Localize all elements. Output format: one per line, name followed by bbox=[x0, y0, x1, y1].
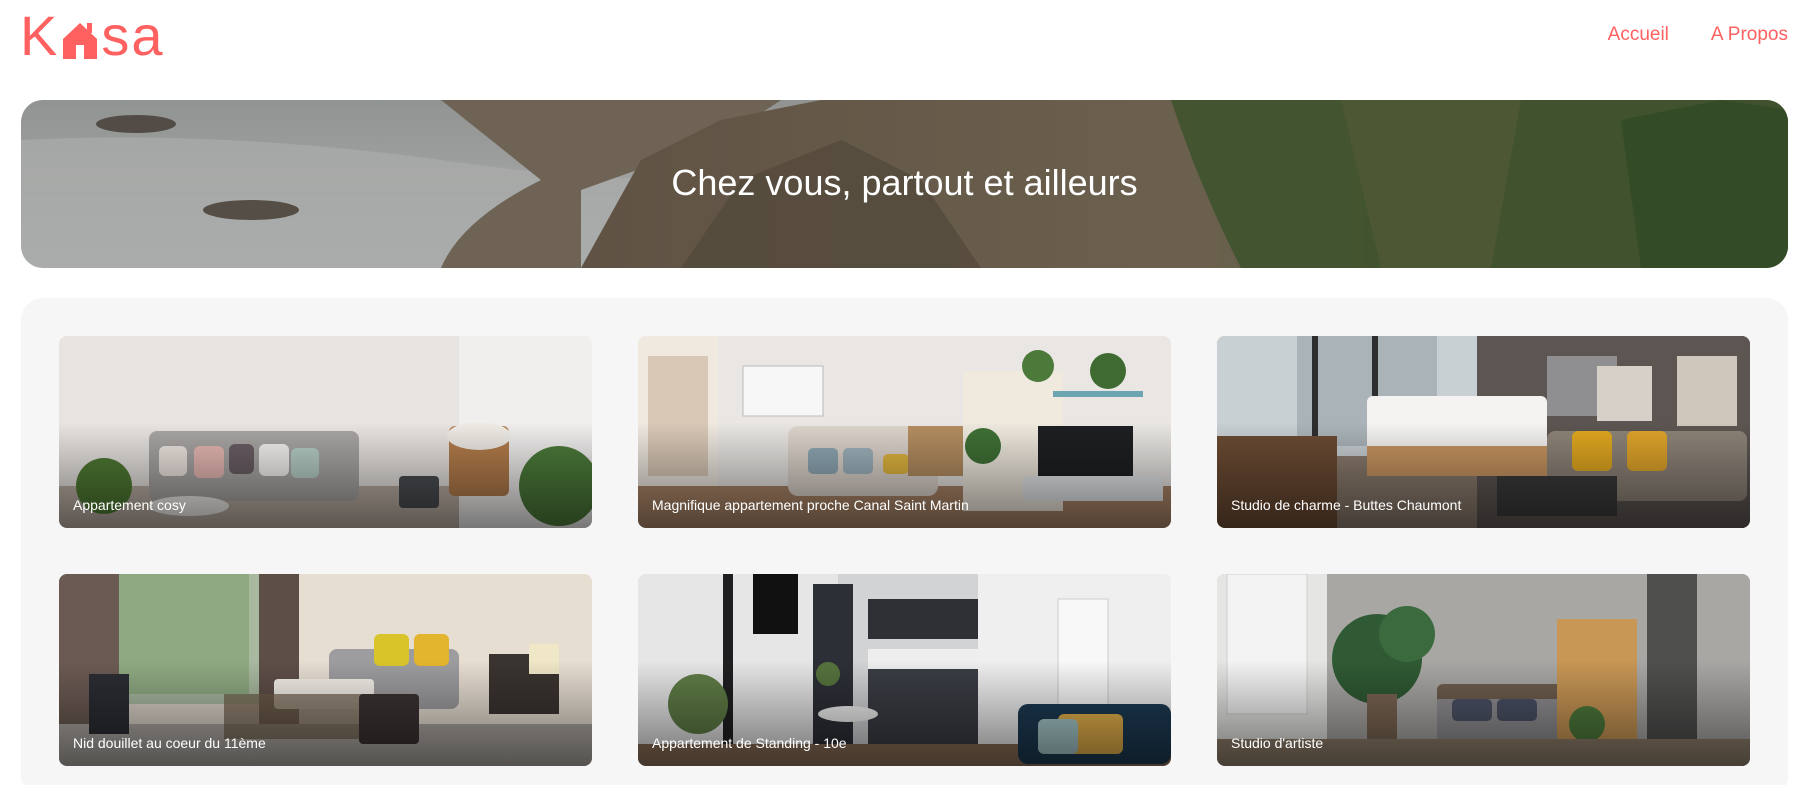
listings-gallery: Appartement cosy Magnifique appartement … bbox=[21, 298, 1788, 785]
listing-title: Appartement de Standing - 10e bbox=[652, 735, 847, 752]
listing-card[interactable]: Magnifique appartement proche Canal Sain… bbox=[638, 336, 1171, 528]
main-nav: Accueil A Propos bbox=[1608, 24, 1788, 46]
listing-card[interactable]: Studio d'artiste bbox=[1217, 574, 1750, 766]
listing-card[interactable]: Studio de charme - Buttes Chaumont bbox=[1217, 336, 1750, 528]
listing-title: Studio de charme - Buttes Chaumont bbox=[1231, 497, 1462, 514]
listing-title: Magnifique appartement proche Canal Sain… bbox=[652, 497, 969, 514]
nav-link-accueil[interactable]: Accueil bbox=[1608, 24, 1669, 46]
kasa-logo[interactable]: K sa bbox=[20, 8, 182, 64]
house-icon bbox=[63, 23, 98, 59]
hero-banner: Chez vous, partout et ailleurs bbox=[21, 100, 1788, 268]
banner-title: Chez vous, partout et ailleurs bbox=[671, 162, 1138, 203]
logo-letters-sa: sa bbox=[101, 4, 165, 67]
nav-link-a-propos[interactable]: A Propos bbox=[1711, 24, 1788, 46]
listing-card[interactable]: Appartement de Standing - 10e bbox=[638, 574, 1171, 766]
logo-letter-k: K bbox=[20, 4, 60, 67]
listing-title: Appartement cosy bbox=[73, 497, 186, 514]
site-header: K sa Accueil A Propos bbox=[0, 0, 1808, 90]
listing-title: Nid douillet au coeur du 11ème bbox=[73, 735, 266, 752]
listing-card[interactable]: Appartement cosy bbox=[59, 336, 592, 528]
listing-title: Studio d'artiste bbox=[1231, 735, 1324, 752]
listing-card[interactable]: Nid douillet au coeur du 11ème bbox=[59, 574, 592, 766]
